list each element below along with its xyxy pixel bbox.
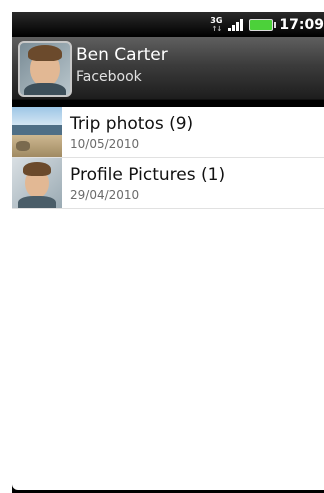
album-thumbnail-beach — [12, 107, 62, 157]
status-bar: 3G ↑↓ 17:09 — [12, 12, 324, 37]
album-title: Profile Pictures (1) — [70, 165, 226, 185]
signal-icon — [228, 18, 244, 31]
album-date: 10/05/2010 — [70, 137, 140, 151]
status-icons: 3G ↑↓ 17:09 — [210, 12, 324, 37]
album-date: 29/04/2010 — [70, 188, 140, 202]
contact-avatar[interactable] — [18, 41, 72, 97]
status-time: 17:09 — [279, 16, 324, 33]
contact-header[interactable]: Ben Carter Facebook — [12, 37, 324, 100]
album-item-profile-pictures[interactable]: Profile Pictures (1) 29/04/2010 — [12, 158, 324, 209]
contact-name: Ben Carter — [76, 45, 168, 65]
album-title: Trip photos (9) — [70, 114, 194, 134]
album-item-trip-photos[interactable]: Trip photos (9) 10/05/2010 — [12, 107, 324, 158]
phone-screen: 3G ↑↓ 17:09 Ben Carter Facebook Trip pho… — [12, 12, 324, 493]
album-thumbnail-profile — [12, 158, 62, 208]
contact-source: Facebook — [76, 69, 142, 85]
battery-icon — [249, 18, 277, 31]
album-list: Trip photos (9) 10/05/2010 Profile Pictu… — [12, 107, 324, 490]
network-3g-icon: 3G ↑↓ — [210, 15, 223, 33]
